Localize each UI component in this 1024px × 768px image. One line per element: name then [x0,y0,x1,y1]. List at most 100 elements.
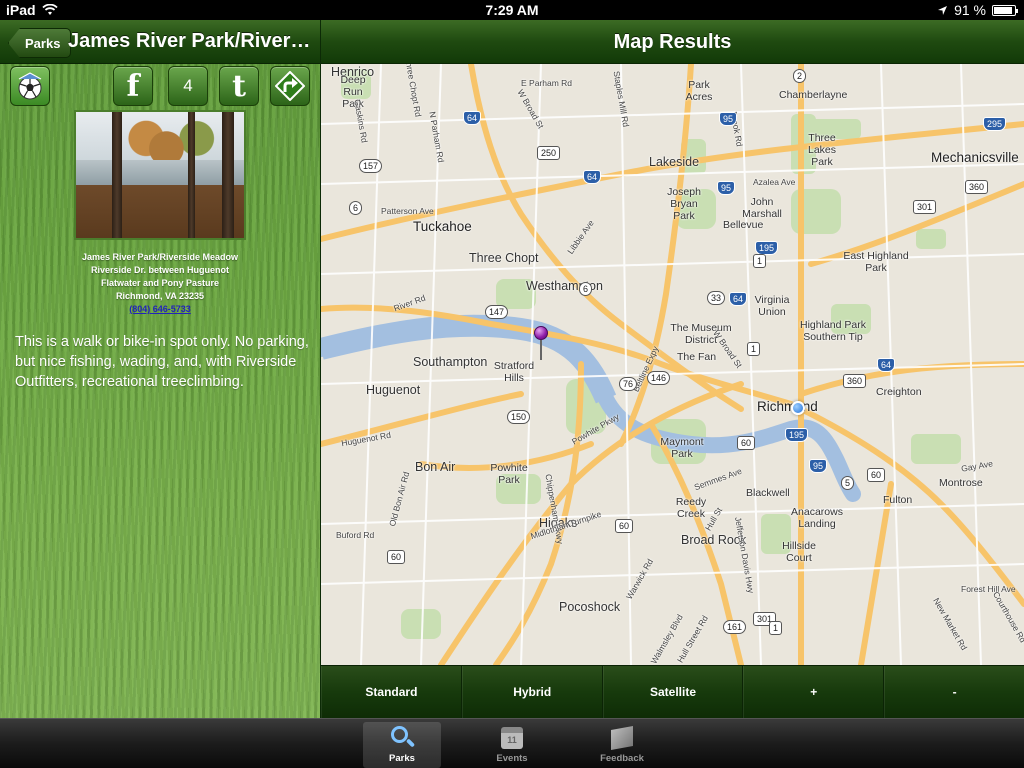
status-time: 7:29 AM [485,2,539,18]
route-shield: 157 [359,159,383,173]
route-shield: 95 [717,181,736,195]
calendar-icon: 11 [499,725,525,751]
route-shield: 60 [867,468,886,482]
soccer-ball-icon[interactable] [10,66,50,106]
route-shield: 195 [785,428,809,442]
hybrid-map-button[interactable]: Hybrid [461,666,603,718]
map-place-label: East Highland Park [843,250,909,274]
soccer-ball-glyph [18,72,42,100]
park-title: James River Park/Riverside Meadow [68,30,314,52]
map-road-label: Azalea Ave [753,177,796,187]
route-shield: 64 [583,170,602,184]
tab-events[interactable]: 11 Events [473,722,551,768]
route-shield: 33 [707,291,726,305]
map-navigation-bar: Map Results [321,20,1024,64]
map-place-label: Huguenot [366,383,421,397]
map-road-label: E Parham Rd [521,78,573,88]
facebook-share-button[interactable]: f [113,66,153,106]
tab-feedback[interactable]: Feedback [583,722,661,768]
map-road-label: Forest Hill Ave [961,584,1016,594]
satellite-map-button[interactable]: Satellite [602,666,744,718]
checkin-count: 4 [183,76,193,95]
park-city: Richmond, VA 23235 [115,291,205,301]
route-shield: 150 [507,410,531,424]
left-navigation-bar: Parks James River Park/Riverside Meadow [0,20,320,64]
route-shield: 64 [463,111,482,125]
route-shield: 6 [349,201,363,215]
map-road-label: Buford Rd [336,530,375,540]
map-place-label: Virginia Union [754,294,790,318]
map-place-label: Tuckahoe [413,219,472,234]
route-shield: 1 [753,254,767,268]
route-shield: 1 [747,342,761,356]
map-place-label: The Fan [677,351,717,363]
battery-icon [992,4,1018,16]
route-shield: 360 [843,374,867,388]
map-place-label: Blackwell [746,487,790,499]
map-place-label: Hillside Court [782,540,816,564]
feedback-box-icon [609,725,635,751]
map-place-label: Southampton [413,355,488,369]
park-address-block: James River Park/Riverside Meadow Rivers… [30,251,290,316]
map-place-label: Anacarows Landing [791,506,843,530]
checkin-count-button[interactable]: 4 [168,66,208,106]
map-place-label: Chamberlayne [779,89,848,101]
route-shield: 95 [809,459,828,473]
route-shield: 60 [737,436,756,450]
route-shield: 2 [793,69,807,83]
map-controls-bar: Standard Hybrid Satellite + - [321,665,1024,718]
tab-events-label: Events [496,753,528,764]
map-place-label: Bellevue [723,219,764,231]
park-name: James River Park/Riverside Meadow [81,252,239,262]
map-place-label: Maymont Park [660,436,704,460]
map-place-label: Powhite Park [490,462,528,486]
park-phone-link[interactable]: (804) 646-5733 [129,303,191,316]
park-photo [74,110,246,240]
map-place-label: Creighton [876,386,922,398]
map-place-label: Stratford Hills [493,360,535,384]
map-place-label: Mechanicsville [931,150,1019,165]
route-shield: 195 [755,241,779,255]
map-place-label: Three Chopt [469,251,539,265]
facebook-icon: f [126,68,140,104]
tab-feedback-label: Feedback [600,753,644,764]
map-place-label: Three Lakes Park [807,132,837,168]
zoom-out-button[interactable]: - [884,666,1024,718]
route-shield: 60 [615,519,634,533]
route-shield: 60 [387,550,406,564]
location-arrow-icon [938,5,948,15]
directions-icon [275,71,305,101]
route-shield: 146 [647,371,671,385]
zoom-in-button[interactable]: + [743,666,885,718]
map-view[interactable]: Henrico Deep Run Park Park Acres Chamberlay… [321,64,1024,665]
map-place-label: Richmond [757,399,818,414]
status-bar: iPad 7:29 AM 91 % [0,0,1024,20]
battery-fill [994,6,1013,14]
map-place-label: Montrose [939,477,983,489]
route-shield: 295 [983,117,1007,131]
park-address-line1: Riverside Dr. between Huguenot [90,265,230,275]
tab-parks[interactable]: Parks [363,722,441,768]
search-icon [389,725,416,751]
map-place-label: Lakeside [649,155,700,169]
park-location-pin[interactable] [534,326,550,360]
route-shield: 95 [719,112,738,126]
back-button[interactable]: Parks [8,28,72,58]
map-place-label: Highland Park Southern Tip [800,319,866,343]
current-location-dot [791,401,805,415]
route-shield: 64 [877,358,896,372]
tab-bar: Parks 11 Events Feedback [0,718,1024,768]
route-shield: 250 [537,146,561,160]
route-shield: 76 [619,377,638,391]
map-title: Map Results [613,31,732,53]
standard-map-button[interactable]: Standard [321,666,462,718]
twitter-icon: t [232,68,246,104]
directions-button[interactable] [270,66,310,106]
map-place-label: John Marshall [742,196,782,220]
route-shield: 64 [729,292,748,306]
map-place-label: Joseph Bryan Park [667,186,701,222]
map-place-label: Park Acres [685,79,713,103]
map-place-label: Fulton [883,494,913,506]
twitter-share-button[interactable]: t [219,66,259,106]
route-shield: 147 [485,305,509,319]
